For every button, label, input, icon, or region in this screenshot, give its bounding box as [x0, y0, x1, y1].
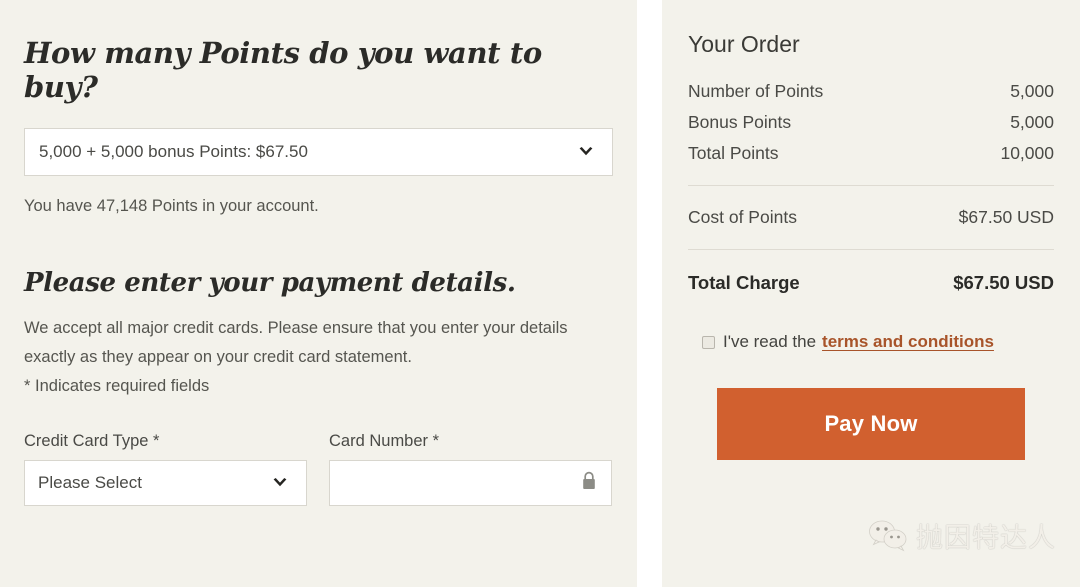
order-line-value: 5,000 — [1010, 81, 1054, 101]
order-line-value: 5,000 — [1010, 112, 1054, 132]
card-number-label: Card Number * — [329, 432, 440, 450]
card-number-field: Card Number * — [329, 431, 612, 506]
order-summary-title: Your Order — [688, 31, 800, 57]
credit-card-type-label: Credit Card Type * — [24, 432, 160, 450]
chevron-down-icon[interactable] — [576, 142, 596, 162]
order-summary-panel: Your Order Number of Points 5,000 Bonus … — [662, 0, 1080, 587]
order-line-number-of-points: Number of Points 5,000 — [688, 76, 1054, 107]
payment-instructions-text: We accept all major credit cards. Please… — [24, 319, 568, 366]
pay-now-button-label: Pay Now — [824, 411, 918, 436]
order-line-total-points: Total Points 10,000 — [688, 138, 1054, 169]
payment-details-section: Please enter your payment details. We ac… — [24, 268, 613, 401]
credit-card-type-field: Credit Card Type * Please Select — [24, 431, 307, 506]
terms-checkbox[interactable] — [702, 335, 715, 349]
order-lines: Number of Points 5,000 Bonus Points 5,00… — [688, 76, 1054, 169]
card-number-input[interactable] — [329, 460, 612, 506]
order-line-bonus-points: Bonus Points 5,000 — [688, 107, 1054, 138]
order-line-total-charge: Total Charge $67.50 USD — [688, 267, 1054, 298]
lock-icon — [581, 471, 597, 495]
order-line-value: 10,000 — [1000, 143, 1054, 163]
points-amount-select[interactable]: 5,000 + 5,000 bonus Points: $67.50 — [24, 128, 613, 176]
total-charge-label: Total Charge — [688, 272, 800, 293]
chevron-down-icon[interactable] — [270, 473, 290, 493]
panel-divider — [637, 0, 662, 587]
terms-agreement-label: I've read the — [723, 332, 817, 351]
points-balance-note: You have 47,148 Points in your account. — [24, 197, 319, 215]
order-line-label: Total Points — [688, 143, 779, 163]
purchase-form-panel: How many Points do you want to buy? 5,00… — [0, 0, 637, 587]
terms-and-conditions-link[interactable]: terms and conditions — [822, 332, 994, 352]
page-title-buy-points: How many Points do you want to buy? — [24, 36, 542, 104]
cost-of-points-label: Cost of Points — [688, 207, 797, 227]
order-divider-bottom — [688, 249, 1054, 250]
required-fields-note: * Indicates required fields — [24, 377, 210, 395]
credit-card-type-select[interactable]: Please Select — [24, 460, 307, 506]
pay-now-button[interactable]: Pay Now — [717, 388, 1025, 460]
cost-of-points-value: $67.50 USD — [958, 207, 1054, 227]
order-line-cost-of-points: Cost of Points $67.50 USD — [688, 202, 1054, 233]
card-fields-row: Credit Card Type * Please Select Card Nu… — [24, 431, 613, 506]
order-divider-top — [688, 185, 1054, 186]
total-charge-value: $67.50 USD — [953, 272, 1054, 293]
credit-card-type-value: Please Select — [38, 473, 142, 492]
order-line-label: Number of Points — [688, 81, 824, 101]
terms-agreement-row: I've read the terms and conditions — [688, 332, 1054, 352]
purchase-points-page: How many Points do you want to buy? 5,00… — [0, 0, 1080, 587]
section-title-payment-details: Please enter your payment details. — [24, 268, 516, 298]
points-amount-select-value: 5,000 + 5,000 bonus Points: $67.50 — [39, 142, 308, 161]
order-line-label: Bonus Points — [688, 112, 792, 132]
